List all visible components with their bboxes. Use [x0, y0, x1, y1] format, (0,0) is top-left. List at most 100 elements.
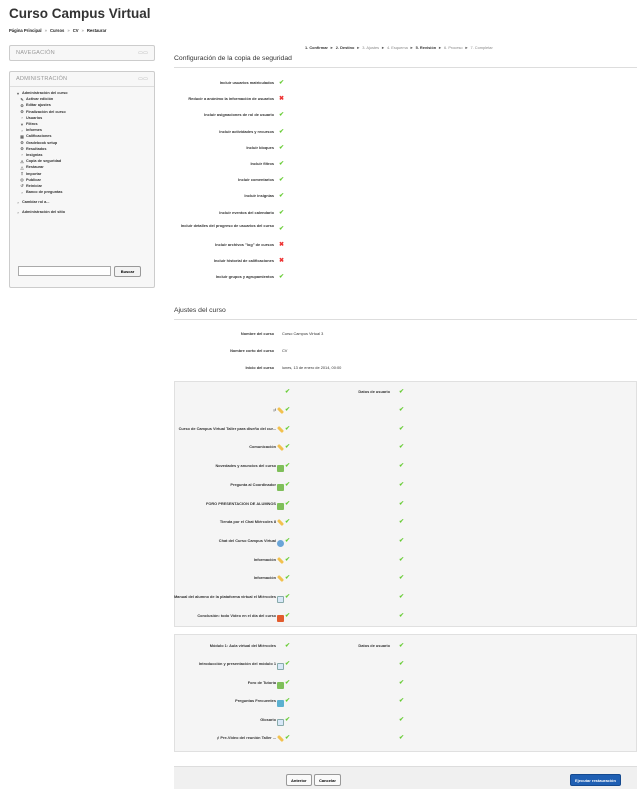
activity-row: ¡! ✔ ✔: [175, 406, 637, 423]
check-icon: ✔: [285, 444, 291, 451]
admin-search-input[interactable]: [18, 266, 111, 276]
tree-item-label: Activar edición: [26, 97, 54, 102]
filter-icon: ▼: [20, 121, 24, 127]
tree-item-label: Editar ajustes: [26, 103, 51, 108]
check-icon: ✔: [399, 698, 405, 704]
check-icon: ✔: [399, 519, 405, 526]
activity-name: Pregunta al Coordinador: [230, 481, 276, 487]
navigation-block-header: NAVEGACIÓN ▭▭: [10, 46, 154, 60]
pencil-icon: ✎: [20, 96, 24, 102]
pencil-icon: [276, 556, 285, 564]
tree-item-label: Publicar: [26, 177, 41, 182]
activity-name: ¡! Pre-Video del reunión Taller ...: [216, 735, 276, 740]
previous-button[interactable]: Anterior: [286, 774, 312, 786]
section-general: ✔ Datos de usuario ✔ ¡! ✔ ✔ Curso de Campus…: [174, 381, 637, 627]
check-icon: ✔: [285, 389, 291, 395]
activity-name: ¡!: [273, 407, 276, 412]
chevron-right-icon: ›: [21, 189, 23, 195]
admin-search: Buscar: [18, 266, 141, 277]
check-icon: ✔: [285, 661, 291, 667]
publish-icon: ◎: [20, 177, 24, 183]
backup-icon: ⚠: [20, 158, 24, 164]
check-icon: ✔: [285, 500, 291, 507]
setting-value: Curso Campus Virtual 3: [282, 331, 324, 336]
pencil-icon: [276, 444, 285, 452]
check-icon: ✔: [285, 519, 291, 526]
tree-item-switch-role[interactable]: › Cambiar rol a...: [16, 199, 148, 205]
tree-item[interactable]: › Banco de preguntas: [16, 189, 148, 195]
chevron-right-icon: ›: [21, 152, 23, 158]
restore-step: 2. Destino: [335, 45, 355, 50]
breadcrumb-course[interactable]: CV: [73, 28, 79, 33]
file-icon: [277, 663, 284, 670]
step-arrow-icon: ►: [329, 45, 334, 50]
tree-item-label: Usuarios: [26, 115, 43, 120]
check-icon: ✔: [285, 698, 291, 704]
check-icon: ✔: [399, 537, 405, 544]
activity-row: ¡! Pre-Video del reunión Taller ... ✔ ✔: [175, 734, 637, 751]
activity-row: Manual del alumno de la plataforma virtu…: [174, 594, 637, 610]
activity-name: Información: [253, 556, 276, 562]
file-icon: [277, 596, 284, 603]
admin-search-button[interactable]: Buscar: [114, 266, 141, 277]
tree-item-label: Restaurar: [26, 165, 44, 170]
check-icon: ✔: [285, 612, 291, 619]
admin-tree: ▾ Administración del curso ✎ Activar edic…: [10, 87, 154, 216]
cross-icon: ✖: [279, 242, 285, 248]
check-icon: ✔: [285, 425, 291, 432]
file-icon: [277, 718, 284, 726]
check-icon: ✔: [279, 209, 285, 216]
check-icon: ✔: [399, 735, 405, 741]
activity-row: Comunicación ✔ ✔: [175, 444, 637, 460]
tree-item-label: Resultados: [26, 146, 47, 151]
setting-label: Incluir bloques: [246, 144, 274, 150]
check-icon: ✔: [279, 274, 285, 281]
check-icon: ✔: [285, 575, 291, 582]
breadcrumb-courses[interactable]: Cursos: [50, 28, 64, 33]
activity-name: Curso de Campus Virtual Taller para dise…: [178, 425, 276, 431]
activity-name: Chat del Curso Campus Virtual: [218, 537, 276, 543]
check-icon: ✔: [399, 716, 405, 723]
execute-restore-button[interactable]: Ejecutar restauración: [570, 774, 621, 786]
check-icon: ✔: [285, 537, 291, 544]
check-icon: ✔: [285, 594, 291, 600]
step-arrow-icon: ►: [381, 45, 385, 50]
check-icon: ✔: [399, 661, 405, 667]
restore-step: 5. Revisión: [415, 45, 437, 50]
tree-item-site-admin[interactable]: › Administración del sitio: [16, 209, 148, 215]
block-controls-icon[interactable]: ▭▭: [138, 76, 148, 82]
step-arrow-icon: ►: [409, 45, 414, 50]
setting-label: Incluir asignaciones de rol de usuario: [204, 112, 274, 118]
setting-value: CV: [282, 348, 288, 353]
pencil-icon: [276, 575, 285, 583]
setting-label: Nombre del curso: [240, 331, 274, 336]
check-icon: ✔: [399, 425, 405, 432]
setting-label: Incluir filtros: [250, 161, 274, 166]
check-icon: ✔: [399, 500, 405, 507]
divider: [174, 67, 637, 68]
pencil-icon: [276, 734, 285, 743]
gear-icon: ⚙: [20, 109, 24, 115]
activity-row: Información ✔ ✔: [175, 575, 637, 591]
cancel-button[interactable]: Cancelar: [314, 774, 341, 786]
breadcrumb-home[interactable]: Página Principal: [9, 28, 42, 33]
tree-item-label: Importar: [26, 171, 42, 176]
divider: [174, 319, 637, 320]
restore-step: 3. Ajustes: [362, 45, 380, 50]
breadcrumb: Página Principal » Cursos » CV » Restaur…: [9, 28, 106, 33]
setting-label: Incluir archivos "log" de cursos: [215, 242, 274, 247]
activity-name: Comunicación: [249, 444, 276, 450]
pencil-icon: [276, 406, 285, 415]
check-icon: ✔: [399, 643, 405, 649]
hp-icon: [277, 614, 284, 622]
activity-row: Información ✔ ✔: [175, 556, 637, 573]
activity-name: Información: [253, 575, 276, 581]
check-icon: ✔: [279, 144, 285, 151]
step-arrow-icon: ►: [356, 45, 361, 50]
activity-row: Pregunta al Coordinador ✔ ✔: [175, 482, 637, 498]
check-icon: ✔: [285, 735, 291, 741]
block-controls-icon[interactable]: ▭▭: [138, 50, 148, 56]
tree-item-label: Filtros: [26, 122, 38, 127]
check-icon: ✔: [279, 128, 285, 135]
check-icon: ✔: [399, 575, 405, 582]
